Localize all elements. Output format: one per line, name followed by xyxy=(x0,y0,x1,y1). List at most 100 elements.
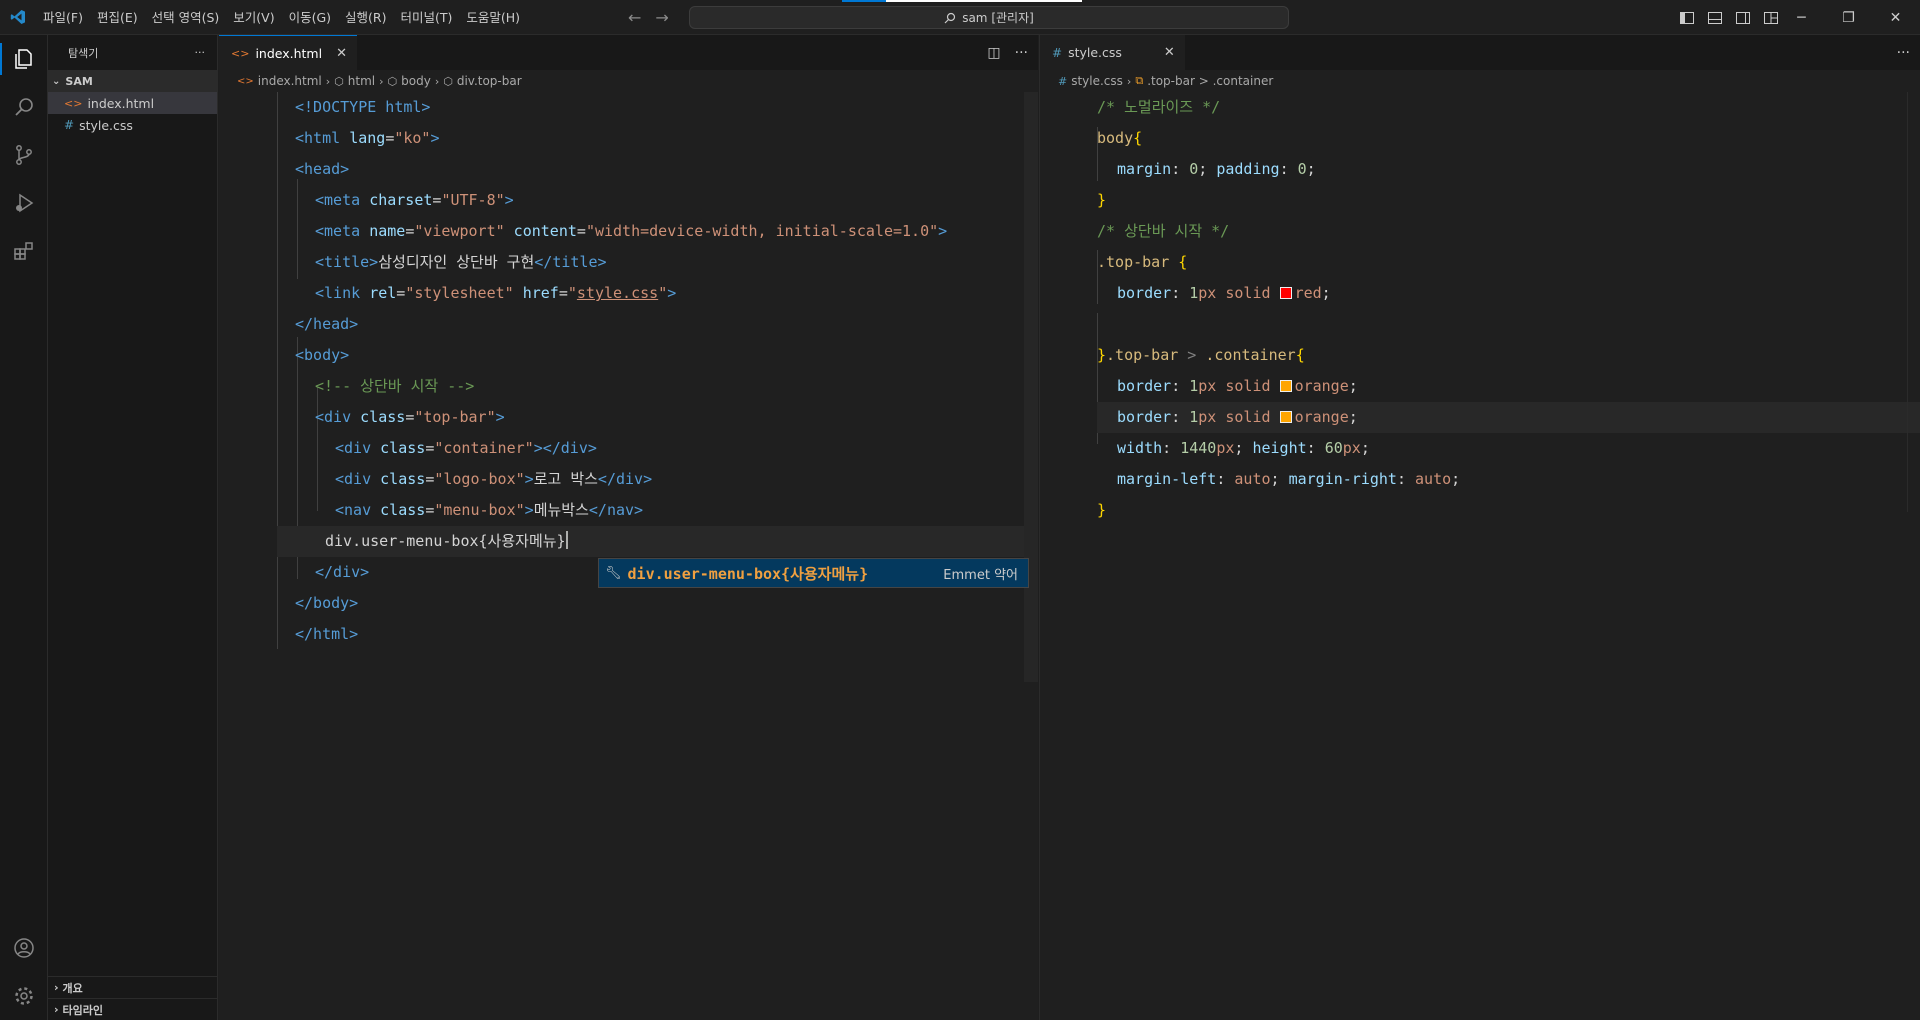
outline-section[interactable]: › 개요 xyxy=(48,976,218,998)
search-icon xyxy=(944,12,956,23)
breadcrumb-item[interactable]: body xyxy=(401,74,431,88)
close-window-icon[interactable]: ✕ xyxy=(1872,0,1919,35)
breadcrumb-item[interactable]: index.html xyxy=(258,74,322,88)
code-editor-html[interactable]: <!DOCTYPE html> <html lang="ko"> <head> … xyxy=(219,92,1038,1020)
back-arrow-icon[interactable]: ← xyxy=(628,8,641,27)
code-line-current: border: 1px solid orange; xyxy=(1117,408,1358,426)
code-line: }.top-bar > .container{ xyxy=(1097,346,1305,364)
html-file-icon: <> xyxy=(237,75,254,87)
toggle-sidebar-icon[interactable] xyxy=(1676,7,1698,29)
tab-bar-left: <> index.html ✕ ◫ ··· xyxy=(219,35,1038,70)
timeline-section[interactable]: › 타임라인 xyxy=(48,998,218,1020)
layout-controls xyxy=(1676,0,1782,35)
outline-label: 개요 xyxy=(62,981,83,995)
explorer-icon[interactable] xyxy=(0,35,48,83)
code-line: <head> xyxy=(295,160,350,178)
editor-group-right: # style.css ✕ ··· # style.css › ⧉ .top-b… xyxy=(1039,35,1920,1020)
code-line: <div class="logo-box">로고 박스</div> xyxy=(335,470,653,488)
cube-icon: ⬡ xyxy=(387,74,398,88)
accounts-icon[interactable] xyxy=(0,924,48,972)
command-center-search[interactable]: sam [관리자] xyxy=(689,6,1289,29)
tab-label: index.html xyxy=(255,45,323,61)
window-controls: ─ ❐ ✕ xyxy=(1778,0,1919,35)
cube-icon: ⬡ xyxy=(443,74,453,88)
breadcrumb-item[interactable]: html xyxy=(348,74,375,88)
settings-gear-icon[interactable] xyxy=(0,972,48,1020)
more-actions-icon[interactable]: ··· xyxy=(1015,45,1028,61)
close-icon[interactable]: ✕ xyxy=(1164,45,1175,60)
code-line: /* 노멀라이즈 */ xyxy=(1097,98,1221,116)
color-swatch-red[interactable] xyxy=(1279,287,1292,299)
code-line: margin-left: auto; margin-right: auto; xyxy=(1117,470,1461,488)
folder-sam[interactable]: ⌄ SAM xyxy=(48,70,217,92)
minimize-icon[interactable]: ─ xyxy=(1778,0,1825,35)
vertical-scrollbar[interactable] xyxy=(1024,92,1038,682)
breadcrumb-item[interactable]: .top-bar > .container xyxy=(1147,74,1273,88)
toggle-secondary-sidebar-icon[interactable] xyxy=(1732,7,1754,29)
menu-go[interactable]: 이동(G) xyxy=(282,0,338,35)
file-label: style.css xyxy=(79,117,133,133)
tab-label: style.css xyxy=(1068,45,1122,60)
more-actions-icon[interactable]: ··· xyxy=(1897,45,1910,61)
menu-help[interactable]: 도움말(H) xyxy=(459,0,527,35)
restore-icon[interactable]: ❐ xyxy=(1825,0,1872,35)
tab-index-html[interactable]: <> index.html ✕ xyxy=(219,35,357,70)
menu-terminal[interactable]: 터미널(T) xyxy=(394,0,460,35)
breadcrumb-item[interactable]: div.top-bar xyxy=(457,74,522,88)
breadcrumb: # style.css › ⧉ .top-bar > .container xyxy=(1040,70,1920,92)
menu-edit[interactable]: 편집(E) xyxy=(90,0,145,35)
explorer-header: 탐색기 ··· xyxy=(48,35,217,70)
code-line: <title>삼성디자인 상단바 구현</title> xyxy=(315,253,607,271)
css-file-icon: # xyxy=(1052,45,1063,60)
suggestion-label: div.user-menu-box{사용자메뉴} xyxy=(627,564,869,583)
forward-arrow-icon[interactable]: → xyxy=(655,8,668,27)
file-label: index.html xyxy=(87,95,155,111)
color-swatch-orange[interactable] xyxy=(1279,411,1292,423)
command-center-label: sam [관리자] xyxy=(962,11,1034,25)
file-item-index-html[interactable]: <> index.html xyxy=(48,92,217,114)
css-file-icon: # xyxy=(1058,74,1068,88)
wrench-icon: 🔧︎ xyxy=(605,565,622,581)
menu-file[interactable]: 파일(F) xyxy=(36,0,90,35)
file-item-style-css[interactable]: # style.css xyxy=(48,114,217,136)
code-line: <!-- 상단바 시작 --> xyxy=(315,377,475,395)
code-line: <!DOCTYPE html> xyxy=(295,98,431,116)
more-actions-icon[interactable]: ··· xyxy=(195,46,206,59)
vscode-logo-icon xyxy=(0,0,36,35)
timeline-label: 타임라인 xyxy=(62,1003,104,1017)
code-line: body{ xyxy=(1097,129,1143,147)
extensions-icon[interactable] xyxy=(0,227,48,275)
breadcrumb-item[interactable]: style.css xyxy=(1071,74,1123,88)
code-line: border: 1px solid orange; xyxy=(1117,377,1358,395)
split-editor-icon[interactable]: ◫ xyxy=(987,45,1000,61)
color-swatch-orange[interactable] xyxy=(1279,380,1292,392)
css-file-icon: # xyxy=(64,118,75,132)
search-activity-icon[interactable] xyxy=(0,83,48,131)
vertical-scrollbar[interactable] xyxy=(1907,92,1920,512)
code-line: <nav class="menu-box">메뉴박스</nav> xyxy=(335,501,644,519)
code-line: <body> xyxy=(295,346,350,364)
code-line: .top-bar { xyxy=(1097,253,1188,271)
run-debug-icon[interactable] xyxy=(0,179,48,227)
suggestion-item[interactable]: 🔧︎ div.user-menu-box{사용자메뉴} Emmet 약어 xyxy=(599,559,1028,587)
code-line: } xyxy=(1097,501,1107,519)
menu-selection[interactable]: 선택 영역(S) xyxy=(145,0,227,35)
tab-style-css[interactable]: # style.css ✕ xyxy=(1040,35,1185,70)
code-line: /* 상단바 시작 */ xyxy=(1097,222,1230,240)
html-file-icon: <> xyxy=(231,46,250,60)
code-line: <link rel="stylesheet" href="style.css"> xyxy=(315,284,677,302)
source-control-icon[interactable] xyxy=(0,131,48,179)
menu-view[interactable]: 보기(V) xyxy=(226,0,281,35)
code-line: <html lang="ko"> xyxy=(295,129,440,147)
menu-run[interactable]: 실행(R) xyxy=(338,0,393,35)
emmet-suggestion-widget: 🔧︎ div.user-menu-box{사용자메뉴} Emmet 약어 xyxy=(598,558,1029,588)
code-line: </html> xyxy=(295,625,359,643)
code-line: margin: 0; padding: 0; xyxy=(1117,160,1316,178)
toggle-panel-icon[interactable] xyxy=(1704,7,1726,29)
suggestion-detail: Emmet 약어 xyxy=(943,567,1018,583)
stylesheet-link[interactable]: style.css xyxy=(577,284,658,302)
html-file-icon: <> xyxy=(64,96,83,110)
close-icon[interactable]: ✕ xyxy=(336,46,347,61)
code-editor-css[interactable]: /* 노멀라이즈 */ body{ margin: 0; padding: 0;… xyxy=(1040,92,1920,1020)
explorer-title: 탐색기 xyxy=(68,46,99,60)
